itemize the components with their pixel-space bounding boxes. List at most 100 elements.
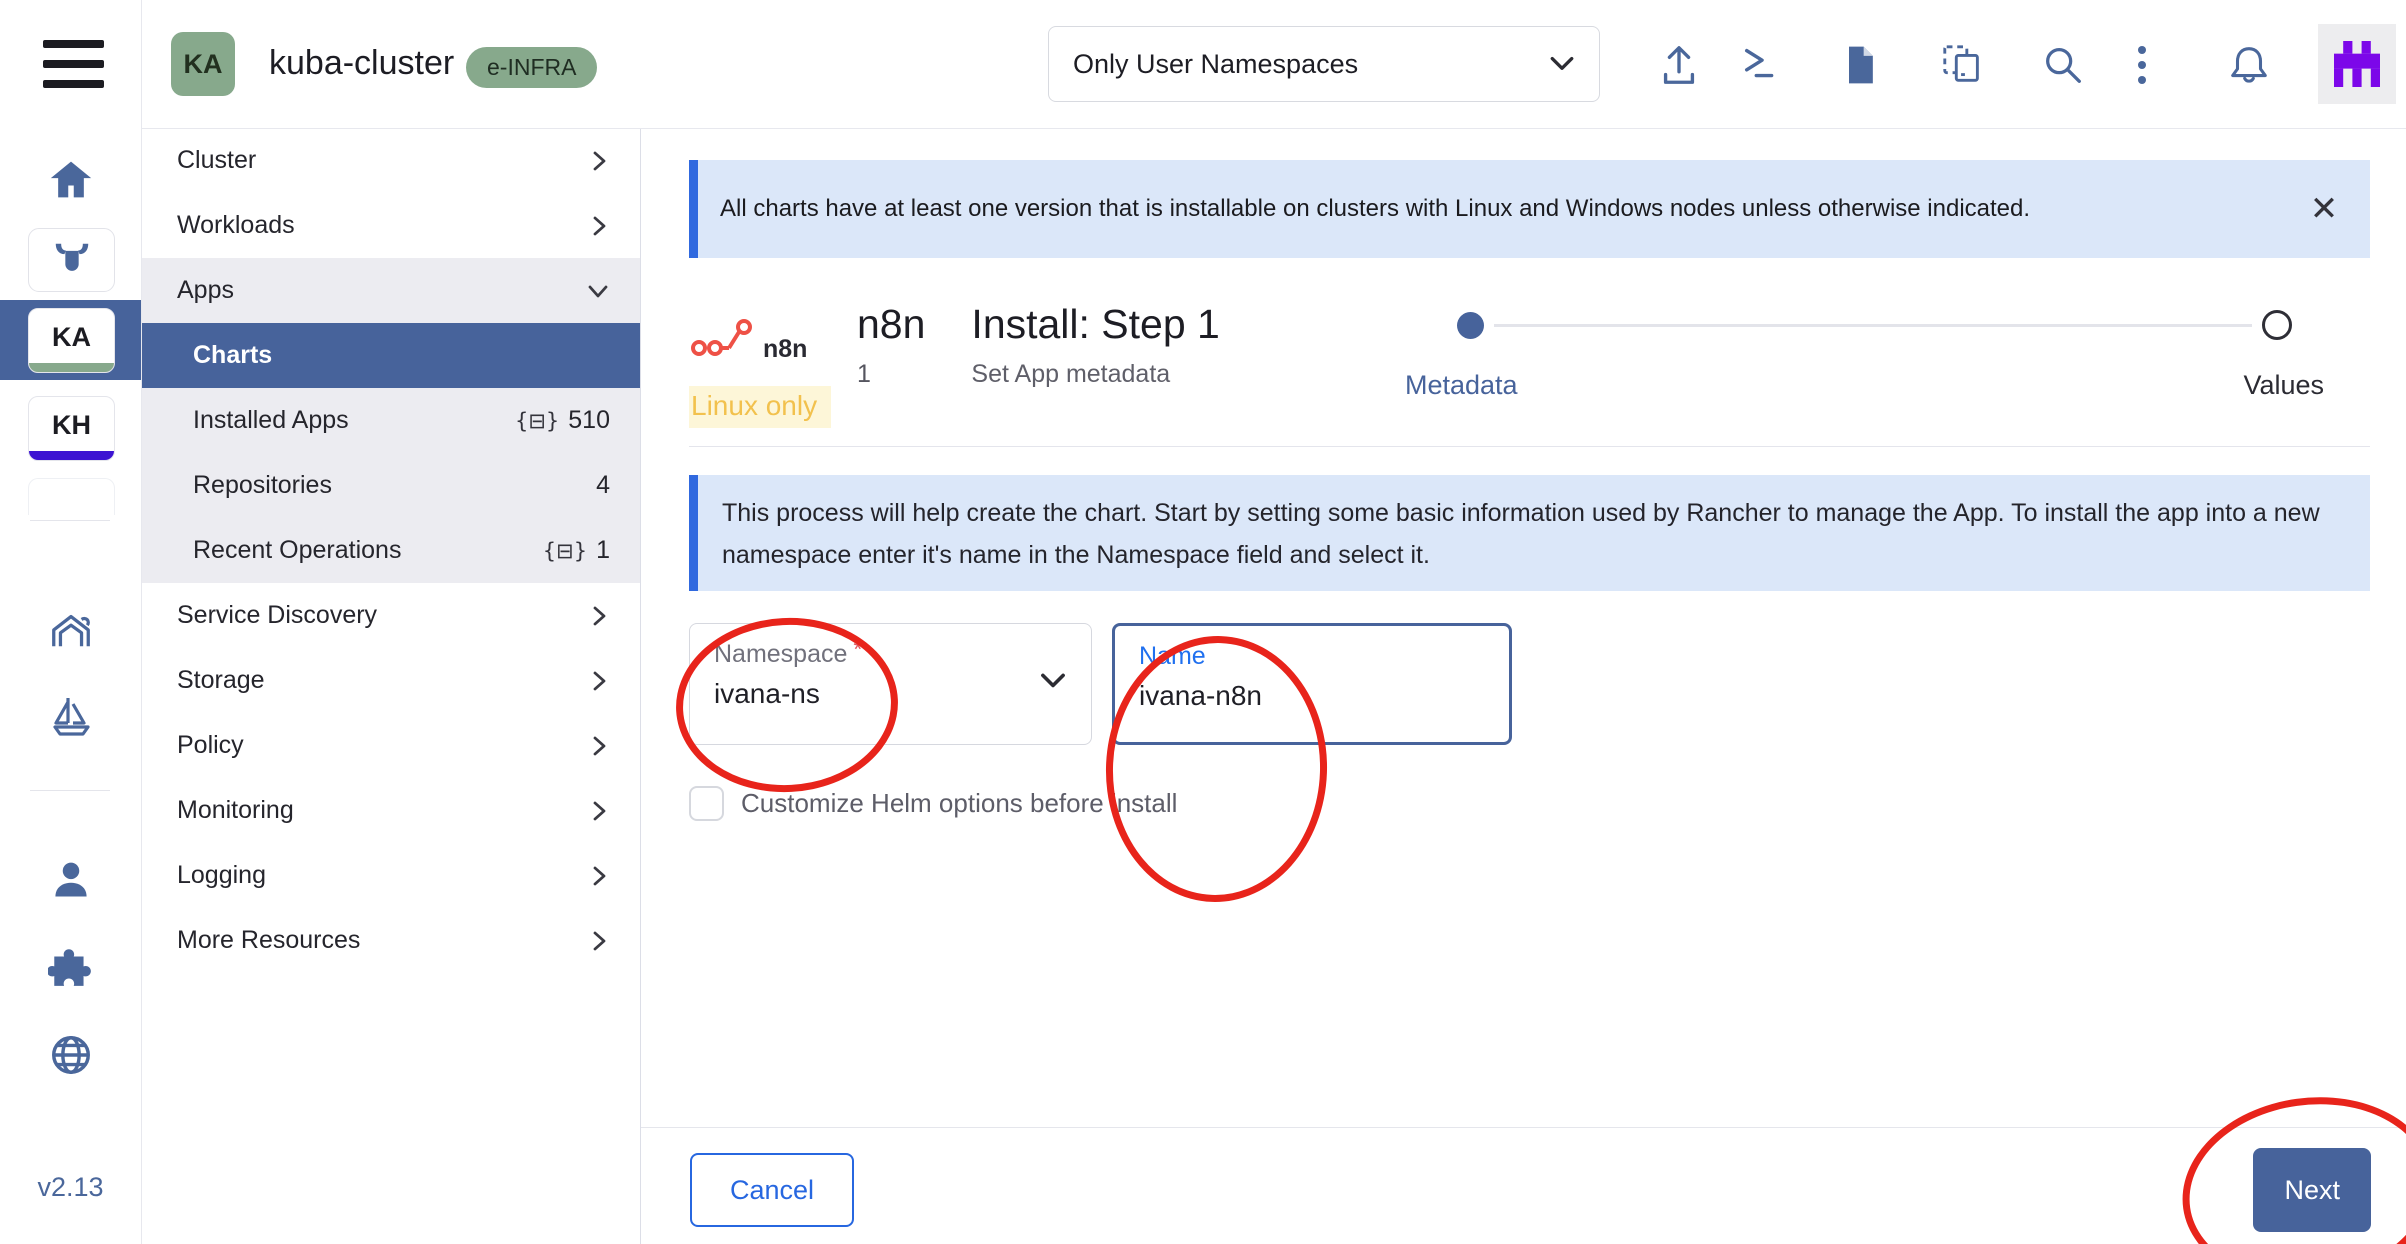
nav-count: {⊟} 1	[543, 536, 610, 565]
global-apps-globe-icon[interactable]	[0, 1032, 141, 1078]
nav-item-installed-apps[interactable]: Installed Apps {⊟} 510	[141, 388, 640, 453]
nav-label: Service Discovery	[177, 601, 377, 630]
import-yaml-upload-icon[interactable]	[1656, 42, 1702, 88]
name-field[interactable]: Name	[1112, 623, 1512, 745]
wizard-footer: Cancel Next	[641, 1127, 2406, 1244]
hamburger-menu-icon[interactable]	[43, 40, 104, 88]
chevron-right-icon	[588, 734, 610, 758]
top-header: KA kuba-cluster e-INFRA Only User Namesp…	[141, 0, 2406, 129]
nav-item-monitoring[interactable]: Monitoring	[141, 778, 640, 843]
docs-file-icon[interactable]	[1838, 42, 1884, 88]
chevron-down-icon	[1039, 672, 1067, 690]
nav-label: Repositories	[193, 471, 332, 500]
app-name-block: n8n 1	[857, 296, 925, 389]
namespace-filter-select[interactable]: Only User Namespaces	[1048, 26, 1600, 102]
count-value: 510	[568, 406, 610, 435]
nav-item-cluster[interactable]: Cluster	[141, 128, 640, 193]
page-title: Install: Step 1	[971, 296, 1219, 352]
chevron-right-icon	[588, 149, 610, 173]
extensions-puzzle-icon[interactable]	[0, 944, 141, 990]
nav-item-service-discovery[interactable]: Service Discovery	[141, 583, 640, 648]
charts-info-banner: All charts have at least one version tha…	[689, 160, 2370, 258]
step-values-label[interactable]: Values	[2243, 370, 2324, 401]
copy-resource-icon[interactable]	[1940, 42, 1986, 88]
nav-item-recent-operations[interactable]: Recent Operations {⊟} 1	[141, 518, 640, 583]
rail-divider	[30, 520, 110, 521]
local-cluster-button[interactable]	[28, 228, 115, 292]
nav-label: Monitoring	[177, 796, 294, 825]
stepper-line	[1494, 324, 2252, 327]
nav-item-storage[interactable]: Storage	[141, 648, 640, 713]
brand-logo[interactable]	[2318, 24, 2396, 104]
next-button[interactable]: Next	[2253, 1148, 2371, 1232]
namespace-label: Namespace*	[714, 640, 1067, 669]
n8n-logo: n8n	[689, 296, 821, 368]
chevron-down-icon	[586, 280, 610, 302]
rail-divider-2	[30, 790, 110, 791]
stepper-track	[1457, 310, 2292, 340]
namespace-label-text: Namespace	[714, 640, 847, 668]
cluster-ka-accent	[29, 363, 114, 372]
install-title-block: Install: Step 1 Set App metadata	[971, 296, 1219, 389]
kebab-menu-icon[interactable]	[2136, 42, 2150, 88]
divider	[689, 446, 2370, 447]
rancher-bull-icon	[51, 240, 93, 280]
main-content: All charts have at least one version tha…	[641, 128, 2406, 1244]
page-subtitle: Set App metadata	[971, 360, 1219, 389]
namespace-field[interactable]: Namespace* ivana-ns	[689, 623, 1092, 745]
cluster-kh-initials: KH	[52, 410, 91, 441]
chevron-right-icon	[588, 799, 610, 823]
nav-item-policy[interactable]: Policy	[141, 713, 640, 778]
close-icon[interactable]: ✕	[2308, 193, 2340, 225]
nav-item-logging[interactable]: Logging	[141, 843, 640, 908]
stepper-labels: Metadata Values	[1405, 370, 2324, 401]
banner-text: All charts have at least one version tha…	[720, 195, 2030, 223]
nav-item-charts[interactable]: Charts	[141, 323, 640, 388]
fleet-sailboat-icon[interactable]	[0, 690, 141, 738]
customize-helm-label: Customize Helm options before install	[741, 788, 1177, 819]
nav-item-repositories[interactable]: Repositories 4	[141, 453, 640, 518]
nav-label: Apps	[177, 276, 234, 305]
nav-item-workloads[interactable]: Workloads	[141, 193, 640, 258]
user-icon[interactable]	[0, 858, 141, 902]
customize-helm-option[interactable]: Customize Helm options before install	[689, 786, 1177, 821]
version-label[interactable]: v2.13	[0, 1172, 141, 1203]
step-metadata-dot[interactable]	[1457, 312, 1484, 339]
cluster-kh-button[interactable]: KH	[28, 396, 115, 461]
cancel-button[interactable]: Cancel	[690, 1153, 854, 1227]
cluster-rail: KA KH	[0, 0, 142, 1244]
chevron-right-icon	[588, 864, 610, 888]
chevron-right-icon	[588, 214, 610, 238]
home-icon[interactable]	[0, 158, 141, 202]
kubectl-shell-icon[interactable]	[1740, 42, 1786, 88]
chevron-right-icon	[588, 929, 610, 953]
step-metadata-label[interactable]: Metadata	[1405, 370, 1518, 401]
customize-helm-checkbox[interactable]	[689, 786, 724, 821]
count-value: 4	[596, 471, 610, 500]
rancher-app: KA KH	[0, 0, 2406, 1244]
step-values-circle[interactable]	[2262, 310, 2292, 340]
resource-count-icon: {⊟}	[543, 539, 587, 563]
cluster-avatar[interactable]: KA	[171, 32, 235, 96]
install-stepper: Metadata Values	[1457, 296, 2292, 401]
chevron-down-icon	[1549, 55, 1575, 73]
chevron-right-icon	[588, 669, 610, 693]
count-value: 1	[596, 536, 610, 565]
name-label: Name	[1139, 642, 1485, 671]
app-version: 1	[857, 360, 925, 389]
notifications-bell-icon[interactable]	[2226, 42, 2272, 88]
name-input[interactable]	[1139, 680, 1485, 712]
nav-label: Recent Operations	[193, 536, 401, 565]
nav-item-more-resources[interactable]: More Resources	[141, 908, 640, 973]
nav-item-apps[interactable]: Apps	[141, 258, 640, 323]
nav-label: Cluster	[177, 146, 256, 175]
nav-label: More Resources	[177, 926, 360, 955]
harvester-icon[interactable]	[0, 606, 141, 652]
cluster-ka-button[interactable]: KA	[28, 308, 115, 373]
process-info-box: This process will help create the chart.…	[689, 475, 2370, 591]
cluster-ka-initials: KA	[52, 322, 91, 353]
search-icon[interactable]	[2040, 42, 2086, 88]
app-name: n8n	[857, 296, 925, 352]
cluster-placeholder	[28, 478, 115, 515]
install-header: n8n n8n 1 Install: Step 1 Set App metada…	[689, 296, 2292, 401]
